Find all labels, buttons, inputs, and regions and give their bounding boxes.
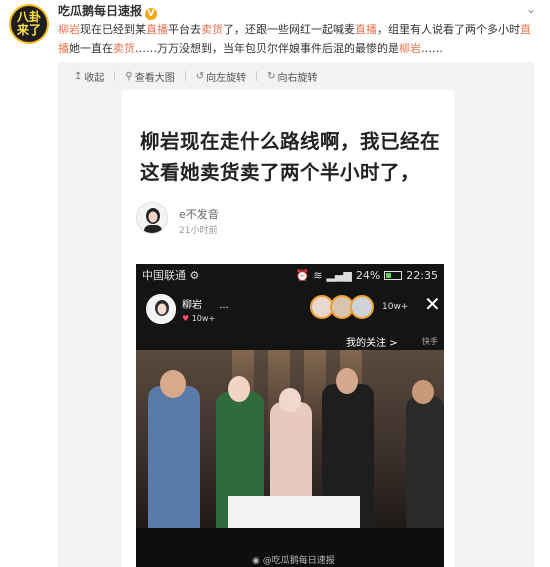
view-large-button[interactable]: ⚲ 查看大图: [125, 69, 174, 84]
clock: 22:35: [406, 268, 438, 282]
host-likes: 10w+: [191, 313, 216, 323]
rotate-left-label: 向左旋转: [206, 72, 247, 84]
rotate-right-icon: ↻: [267, 70, 276, 82]
status-right: ⏰ ≋ ▂▄▆ 24% 22:35: [296, 269, 438, 282]
keyword-link[interactable]: 卖货: [113, 42, 135, 55]
viewer-avatar: [350, 295, 374, 319]
keyword-link[interactable]: 柳岩: [399, 42, 421, 55]
post-image[interactable]: 柳岩现在走什么路线啊，我已经在这看她卖货卖了两个半小时了， e不发音 21小时前…: [122, 90, 454, 567]
weibo-icon: ◉: [252, 556, 260, 566]
post-text-segment: 现在已经到某: [80, 23, 146, 36]
watermark-text: @吃瓜鹅每日速报: [262, 556, 335, 566]
quick-label: 快手: [422, 337, 438, 346]
host-more: ...: [219, 299, 229, 311]
viewer-count: 10w+: [382, 302, 409, 312]
host-name: 柳岩: [182, 299, 202, 311]
comment-time: 21小时前: [179, 226, 218, 236]
person: [148, 386, 200, 528]
rotate-right-label: 向右旋转: [277, 72, 318, 84]
keyword-link[interactable]: 卖货: [201, 23, 223, 36]
collapse-icon: ↥: [74, 70, 83, 82]
account-avatar[interactable]: 八卦 来了: [9, 4, 49, 44]
heart-icon: ♥: [182, 313, 190, 323]
view-large-label: 查看大图: [134, 72, 175, 84]
person: [406, 396, 444, 528]
commenter-avatar: [136, 202, 168, 234]
post-text-segment: 她一直在: [69, 42, 113, 55]
livestream-screenshot: 中国联通 ⚙ ⏰ ≋ ▂▄▆ 24% 22:35 柳岩 ... ♥ 10w+ 1…: [136, 264, 444, 567]
viewer-list: 10w+: [310, 295, 408, 319]
battery-icon: [384, 270, 403, 280]
battery-percent: 24%: [355, 268, 381, 282]
collapse-button[interactable]: ↥ 收起: [74, 69, 104, 84]
carrier-label: 中国联通 ⚙: [142, 269, 200, 282]
commenter-name: e不发音: [179, 208, 219, 221]
watermark: ◉ @吃瓜鹅每日速报: [252, 553, 335, 566]
close-icon: ✕: [424, 292, 441, 316]
account-name[interactable]: 吃瓜鹅每日速报 V: [58, 2, 158, 20]
image-title: 柳岩现在走什么路线啊，我已经在这看她卖货卖了两个半小时了，: [140, 130, 441, 184]
wifi-icon: ≋: [313, 268, 323, 282]
table: [228, 496, 360, 528]
post-text: 柳岩现在已经到某直播平台去卖货了，还跟一些网红一起喊麦直播，组里有人说看了两个多…: [58, 20, 538, 58]
avatar-text: 八卦 来了: [16, 10, 41, 37]
search-icon: ⚲: [125, 70, 133, 82]
stream-video: [136, 350, 444, 528]
host-info: 柳岩 ... ♥ 10w+: [146, 294, 229, 324]
rotate-left-icon: ↺: [195, 70, 205, 82]
media-toolbar: ↥ 收起 ⚲ 查看大图 ↺ 向左旋转 ↻ 向右旋转: [58, 62, 534, 90]
settings-icon: ⚙: [189, 269, 200, 282]
rotate-right-button[interactable]: ↻ 向右旋转: [267, 69, 317, 84]
host-avatar: [146, 294, 176, 324]
media-panel: ↥ 收起 ⚲ 查看大图 ↺ 向左旋转 ↻ 向右旋转 柳岩现在走什么路线啊，我已经在这看她…: [58, 62, 534, 567]
verified-icon: V: [145, 8, 158, 20]
keyword-link[interactable]: 直播: [355, 23, 377, 36]
collapse-label: 收起: [84, 72, 105, 84]
rotate-left-button[interactable]: ↺ 向左旋转: [196, 69, 246, 84]
keyword-link[interactable]: 柳岩: [58, 23, 80, 36]
keyword-link[interactable]: 直播: [146, 23, 168, 36]
my-follow: 我的关注 >: [346, 338, 398, 349]
chevron-down-icon[interactable]: ⌄: [526, 2, 536, 16]
signal-icon: ▂▄▆: [326, 268, 352, 282]
status-bar: 中国联通 ⚙ ⏰ ≋ ▂▄▆ 24% 22:35: [136, 264, 444, 286]
post-text-segment: ……万万没想到，当年包贝尔伴娘事件后混的最惨的是: [135, 42, 399, 55]
divider: [184, 71, 186, 81]
alarm-icon: ⏰: [295, 268, 310, 282]
post-text-segment: ……: [421, 42, 443, 55]
account-name-label: 吃瓜鹅每日速报: [58, 4, 143, 18]
divider: [256, 71, 258, 81]
post-text-segment: ，组里有人说看了两个多小时: [377, 23, 520, 36]
post-text-segment: 平台去: [168, 23, 201, 36]
post-text-segment: 了，还跟一些网红一起喊麦: [223, 23, 355, 36]
divider: [114, 71, 116, 81]
